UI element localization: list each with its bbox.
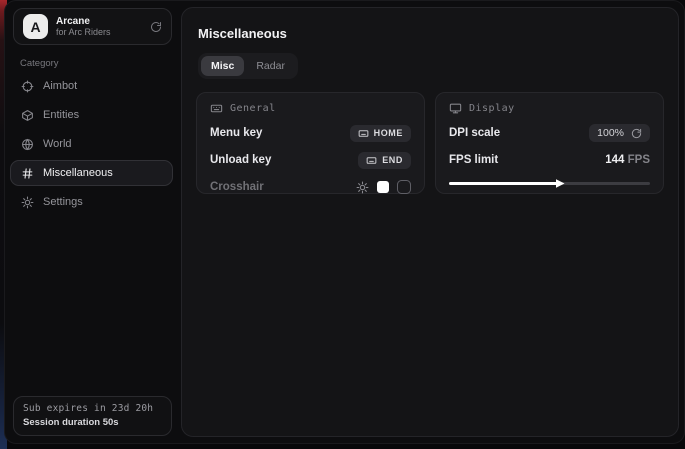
sidebar-item-label: Aimbot [43, 80, 77, 92]
unload-key-button[interactable]: END [358, 152, 411, 169]
app-window: A Arcane for Arc Riders Category Aimbot [4, 0, 685, 444]
sidebar-item-label: World [43, 138, 72, 150]
crosshair-icon [21, 80, 34, 93]
brand-text: Arcane for Arc Riders [56, 16, 142, 38]
general-card: General Menu key HOME Unload key [196, 92, 425, 194]
menu-key-row: Menu key HOME [210, 124, 411, 142]
keyboard-icon [366, 155, 377, 166]
crosshair-label: Crosshair [210, 181, 264, 193]
fps-limit-label: FPS limit [449, 154, 498, 166]
crosshair-controls [356, 180, 411, 194]
display-card: Display DPI scale 100% FPS limit 144 FPS [435, 92, 664, 194]
crosshair-row: Crosshair [210, 178, 411, 196]
rotate-cw-icon [631, 128, 642, 139]
brand-title: Arcane [56, 16, 142, 28]
general-card-header: General [210, 102, 411, 115]
display-card-header: Display [449, 102, 650, 115]
crosshair-checkbox[interactable] [397, 180, 411, 194]
gear-icon[interactable] [356, 181, 369, 194]
globe-icon [21, 138, 34, 151]
grid-icon [21, 167, 34, 180]
brand-card: A Arcane for Arc Riders [13, 8, 172, 45]
unload-key-value: END [382, 155, 403, 165]
brand-subtitle: for Arc Riders [56, 27, 142, 37]
sidebar-nav: Aimbot Entities World Miscellaneous [10, 73, 173, 218]
fps-limit-row: FPS limit 144 FPS [449, 151, 650, 169]
monitor-icon [449, 102, 462, 115]
fps-slider-thumb[interactable] [556, 179, 565, 188]
sidebar-item-label: Miscellaneous [43, 167, 113, 179]
dpi-scale-control[interactable]: 100% [589, 124, 650, 142]
fps-limit-value: 144 FPS [605, 154, 650, 166]
keyboard-icon [358, 128, 369, 139]
fps-slider[interactable] [449, 179, 650, 188]
menu-key-label: Menu key [210, 127, 262, 139]
tab-misc[interactable]: Misc [201, 56, 244, 76]
page-title: Miscellaneous [198, 26, 664, 41]
sidebar-item-aimbot[interactable]: Aimbot [10, 73, 173, 99]
menu-key-button[interactable]: HOME [350, 125, 411, 142]
box-icon [21, 109, 34, 122]
refresh-icon[interactable] [150, 21, 162, 33]
dpi-scale-label: DPI scale [449, 127, 500, 139]
sidebar-item-label: Entities [43, 109, 79, 121]
unload-key-label: Unload key [210, 154, 271, 166]
gear-icon [21, 196, 34, 209]
keyboard-icon [210, 102, 223, 115]
menu-key-value: HOME [374, 128, 403, 138]
sidebar-item-miscellaneous[interactable]: Miscellaneous [10, 160, 173, 186]
sub-expiry-text: Sub expires in 23d 20h [23, 403, 162, 414]
tab-strip: Misc Radar [198, 53, 298, 79]
cards-row: General Menu key HOME Unload key [196, 92, 664, 194]
fps-slider-fill [449, 182, 558, 185]
tab-radar[interactable]: Radar [246, 56, 295, 76]
category-label: Category [20, 58, 59, 69]
subscription-box: Sub expires in 23d 20h Session duration … [13, 396, 172, 436]
session-duration-text: Session duration 50s [23, 417, 162, 428]
dpi-scale-value: 100% [597, 127, 624, 139]
main-panel: Miscellaneous Misc Radar General Menu ke… [181, 7, 679, 437]
display-card-title: Display [469, 103, 515, 114]
sidebar-item-settings[interactable]: Settings [10, 189, 173, 215]
sidebar-item-entities[interactable]: Entities [10, 102, 173, 128]
unload-key-row: Unload key END [210, 151, 411, 169]
brand-logo: A [23, 14, 48, 39]
sidebar-item-world[interactable]: World [10, 131, 173, 157]
crosshair-color-swatch[interactable] [377, 181, 389, 193]
general-card-title: General [230, 103, 276, 114]
dpi-scale-row: DPI scale 100% [449, 124, 650, 142]
sidebar: A Arcane for Arc Riders Category Aimbot [5, 1, 177, 443]
sidebar-item-label: Settings [43, 196, 83, 208]
